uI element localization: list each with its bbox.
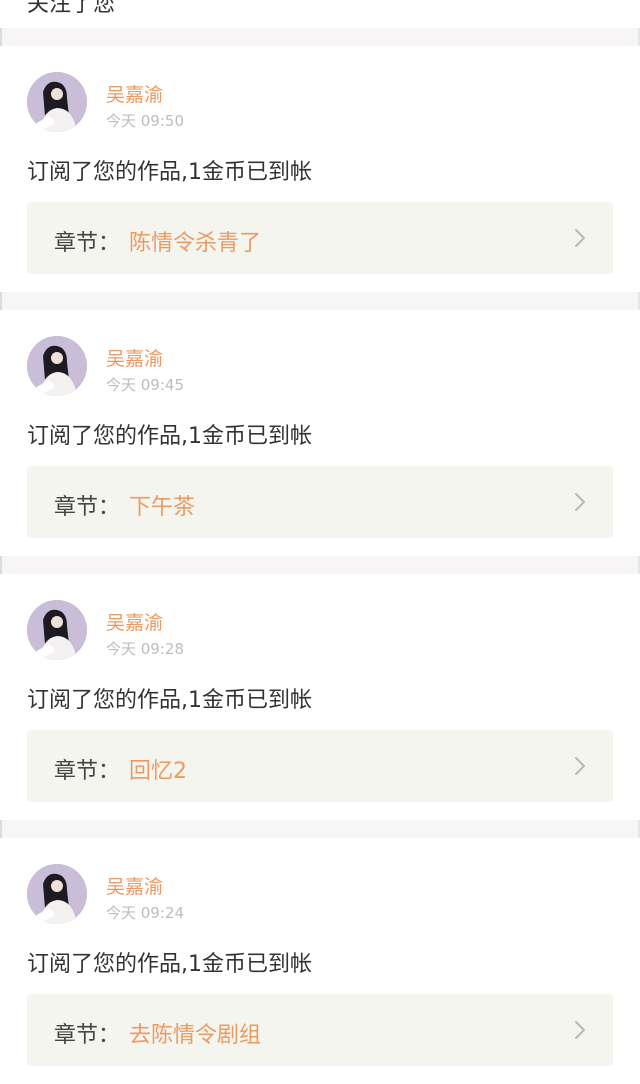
avatar-image-icon <box>27 336 87 396</box>
avatar[interactable] <box>27 864 87 924</box>
chapter-title: 回忆2 <box>129 759 187 784</box>
notification-message: 订阅了您的作品,1金币已到帐 <box>27 952 312 977</box>
username[interactable]: 吴嘉渝 <box>106 344 163 371</box>
chapter-link[interactable]: 章节： 陈情令杀青了 <box>27 202 613 274</box>
chevron-right-icon <box>575 1021 585 1039</box>
avatar-image-icon <box>27 72 87 132</box>
avatar[interactable] <box>27 72 87 132</box>
chapter-label: 章节： <box>54 231 121 256</box>
chapter-link[interactable]: 章节： 回忆2 <box>27 730 613 802</box>
chapter-link[interactable]: 章节： 下午茶 <box>27 466 613 538</box>
chevron-right-icon <box>575 757 585 775</box>
chevron-right-icon <box>575 493 585 511</box>
previous-notification-message: 关注了您 <box>27 0 116 17</box>
notification-card: 吴嘉渝 今天 09:28 订阅了您的作品,1金币已到帐 章节： 回忆2 <box>0 574 640 820</box>
notification-card: 吴嘉渝 今天 09:24 订阅了您的作品,1金币已到帐 章节： 去陈情令剧组 <box>0 838 640 1084</box>
notification-message: 订阅了您的作品,1金币已到帐 <box>27 424 312 449</box>
chapter-label: 章节： <box>54 495 121 520</box>
chapter-title: 下午茶 <box>129 495 196 520</box>
previous-notification-card: 关注了您 <box>0 0 640 28</box>
notification-card: 吴嘉渝 今天 09:45 订阅了您的作品,1金币已到帐 章节： 下午茶 <box>0 310 640 556</box>
notification-card: 吴嘉渝 今天 09:50 订阅了您的作品,1金币已到帐 章节： 陈情令杀青了 <box>0 46 640 292</box>
notification-message: 订阅了您的作品,1金币已到帐 <box>27 688 312 713</box>
avatar-image-icon <box>27 600 87 660</box>
chapter-label: 章节： <box>54 759 121 784</box>
avatar-image-icon <box>27 864 87 924</box>
chapter-label: 章节： <box>54 1023 121 1048</box>
chapter-title: 去陈情令剧组 <box>129 1023 262 1048</box>
notification-message: 订阅了您的作品,1金币已到帐 <box>27 160 312 185</box>
avatar[interactable] <box>27 600 87 660</box>
timestamp: 今天 09:50 <box>106 112 184 130</box>
chapter-link[interactable]: 章节： 去陈情令剧组 <box>27 994 613 1066</box>
timestamp: 今天 09:24 <box>106 904 184 922</box>
username[interactable]: 吴嘉渝 <box>106 608 163 635</box>
username[interactable]: 吴嘉渝 <box>106 872 163 899</box>
avatar[interactable] <box>27 336 87 396</box>
username[interactable]: 吴嘉渝 <box>106 80 163 107</box>
timestamp: 今天 09:28 <box>106 640 184 658</box>
chapter-title: 陈情令杀青了 <box>129 231 262 256</box>
timestamp: 今天 09:45 <box>106 376 184 394</box>
chevron-right-icon <box>575 229 585 247</box>
